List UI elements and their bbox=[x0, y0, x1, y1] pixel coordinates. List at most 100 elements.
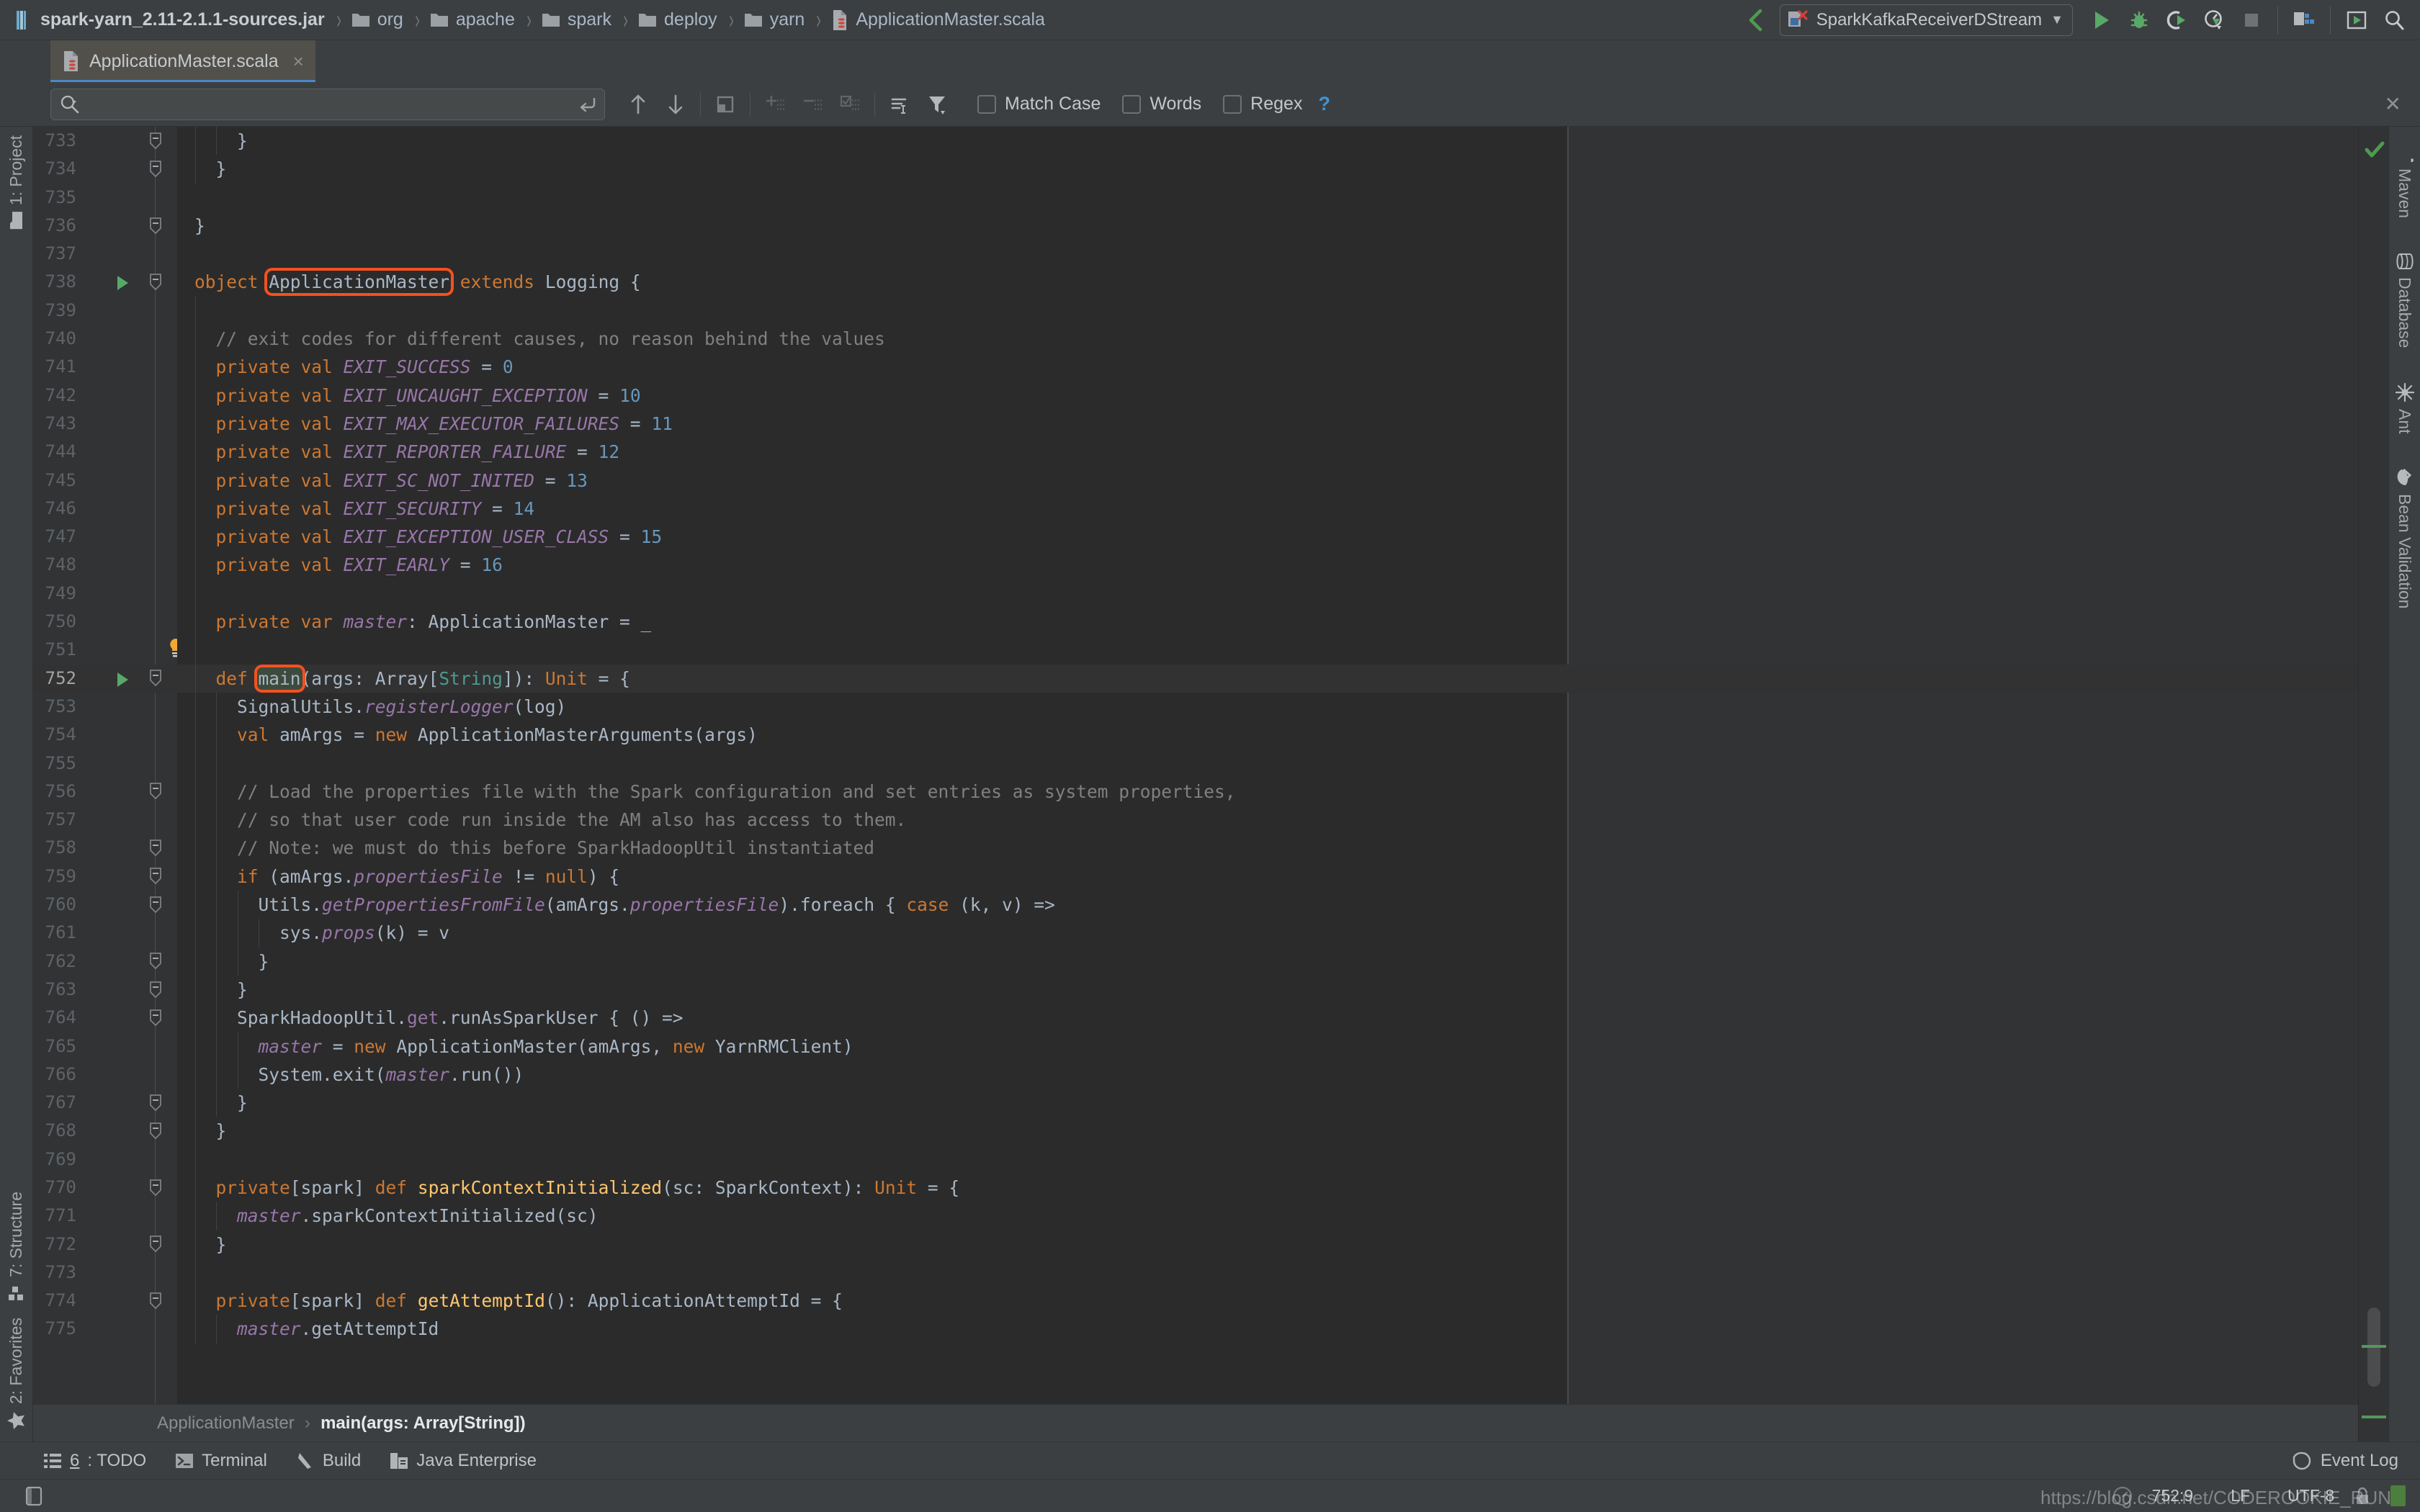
breadcrumb-item-0[interactable]: spark-yarn_2.11-2.1.1-sources.jar bbox=[13, 9, 326, 31]
breadcrumb-item-3[interactable]: spark bbox=[540, 9, 613, 30]
gutter-line[interactable]: 751 bbox=[33, 636, 182, 664]
fold-toggle-icon[interactable] bbox=[145, 1004, 166, 1032]
gutter-line[interactable]: 746 bbox=[33, 495, 177, 523]
gutter-line[interactable]: 739 bbox=[33, 297, 177, 325]
unlocked-icon[interactable] bbox=[2353, 1485, 2372, 1507]
code-line[interactable]: private val EXIT_EXCEPTION_USER_CLASS = … bbox=[177, 523, 2358, 552]
gutter-line[interactable]: 759 bbox=[33, 863, 177, 891]
filter-icon[interactable] bbox=[918, 86, 956, 122]
multiline-toggle-icon[interactable] bbox=[577, 95, 597, 114]
editor-marker-bar[interactable] bbox=[2358, 127, 2388, 1441]
code-line[interactable]: // so that user code run inside the AM a… bbox=[177, 806, 2358, 834]
gutter-line[interactable]: 737 bbox=[33, 240, 177, 268]
breadcrumb-item-1[interactable]: org bbox=[350, 9, 405, 30]
status-hide-icon[interactable] bbox=[24, 1485, 43, 1507]
gutter-line[interactable]: 744 bbox=[33, 438, 177, 466]
code-line[interactable]: master = new ApplicationMaster(amArgs, n… bbox=[177, 1032, 2358, 1061]
code-line[interactable]: private[spark] def sparkContextInitializ… bbox=[177, 1173, 2358, 1202]
code-line[interactable] bbox=[177, 1258, 2358, 1287]
gutter-line[interactable]: 770 bbox=[33, 1174, 177, 1202]
stop-button[interactable] bbox=[2233, 3, 2270, 37]
sidebar-item-maven[interactable]: m Maven bbox=[2395, 140, 2414, 222]
code-line[interactable]: } bbox=[177, 1230, 2358, 1259]
gutter-line[interactable]: 749 bbox=[33, 580, 177, 608]
chevron-down-icon[interactable]: ▼ bbox=[2051, 12, 2063, 27]
code-line[interactable]: object ApplicationMaster extends Logging… bbox=[177, 268, 2358, 297]
gutter-line[interactable]: 738 bbox=[33, 268, 177, 296]
gutter-line[interactable]: 765 bbox=[33, 1032, 177, 1061]
gutter-line[interactable]: 750 bbox=[33, 608, 177, 636]
code-editor[interactable]: 733 734 735 736 737 738 739 740 741 742 743 744 745 7… bbox=[33, 127, 2358, 1404]
profile-button[interactable] bbox=[2195, 3, 2233, 37]
code-line[interactable] bbox=[177, 184, 2358, 212]
code-line[interactable] bbox=[177, 636, 2358, 665]
terminal-tool-button[interactable]: Terminal bbox=[175, 1451, 267, 1471]
gutter-line[interactable]: 754 bbox=[33, 721, 177, 749]
regex-help-icon[interactable]: ? bbox=[1318, 93, 1330, 115]
code-line[interactable] bbox=[177, 749, 2358, 778]
code-line[interactable]: private val EXIT_MAX_EXECUTOR_FAILURES =… bbox=[177, 409, 2358, 438]
regex-checkbox[interactable]: Regex bbox=[1223, 94, 1302, 114]
memory-indicator[interactable] bbox=[2390, 1485, 2406, 1506]
fold-toggle-icon[interactable] bbox=[145, 863, 166, 891]
fold-toggle-icon[interactable] bbox=[145, 1117, 166, 1145]
gutter-line[interactable]: 764 bbox=[33, 1004, 177, 1032]
code-line[interactable]: private val EXIT_REPORTER_FAILURE = 12 bbox=[177, 438, 2358, 467]
sidebar-item-ant[interactable]: Ant bbox=[2395, 379, 2414, 438]
java-enterprise-tool-button[interactable]: Java Enterprise bbox=[390, 1451, 537, 1471]
words-box[interactable] bbox=[1122, 94, 1142, 114]
gutter-line[interactable]: 753 bbox=[33, 693, 177, 721]
run-coverage-button[interactable] bbox=[2158, 3, 2195, 37]
code-line[interactable]: private var master: ApplicationMaster = … bbox=[177, 608, 2358, 636]
code-line[interactable]: } bbox=[177, 212, 2358, 240]
match-case-box[interactable] bbox=[977, 94, 996, 114]
breadcrumb-item-5[interactable]: yarn bbox=[743, 9, 807, 30]
run-button[interactable] bbox=[2083, 3, 2120, 37]
project-structure-button[interactable] bbox=[2285, 3, 2323, 37]
sidebar-item-database[interactable]: Database bbox=[2395, 248, 2414, 352]
code-line[interactable]: private val EXIT_EARLY = 16 bbox=[177, 551, 2358, 580]
gutter-line[interactable]: 755 bbox=[33, 750, 177, 778]
gutter-line[interactable]: 757 bbox=[33, 806, 177, 834]
code-line[interactable]: master.getAttemptId bbox=[177, 1315, 2358, 1344]
code-line[interactable] bbox=[177, 1145, 2358, 1174]
breadcrumb-item-6[interactable]: ApplicationMaster.scala bbox=[830, 9, 1047, 31]
gutter-line[interactable]: 740 bbox=[33, 325, 177, 353]
code-line[interactable]: } bbox=[177, 1117, 2358, 1146]
gutter-line[interactable]: 748 bbox=[33, 551, 177, 579]
file-encoding[interactable]: UTF-8 bbox=[2287, 1486, 2334, 1506]
gutter-line[interactable]: 771 bbox=[33, 1202, 177, 1230]
sidebar-item-project[interactable]: 1: Project bbox=[6, 131, 26, 233]
code-line[interactable]: } bbox=[177, 947, 2358, 976]
caret-position[interactable]: 752:9 bbox=[2152, 1486, 2194, 1506]
code-line[interactable]: // Load the properties file with the Spa… bbox=[177, 777, 2358, 806]
search-icon[interactable] bbox=[60, 94, 80, 114]
update-button[interactable] bbox=[2338, 3, 2375, 37]
code-line[interactable]: val amArgs = new ApplicationMasterArgume… bbox=[177, 721, 2358, 750]
breadcrumb-method[interactable]: main(args: Array[String]) bbox=[321, 1413, 525, 1434]
select-all-occurrences-button[interactable] bbox=[707, 86, 744, 122]
gutter-line[interactable]: 763 bbox=[33, 976, 177, 1004]
close-icon[interactable]: × bbox=[293, 50, 304, 73]
code-line[interactable]: sys.props(k) = v bbox=[177, 919, 2358, 948]
gutter-line[interactable]: 741 bbox=[33, 353, 177, 381]
match-case-checkbox[interactable]: Match Case bbox=[977, 94, 1101, 114]
run-gutter-icon[interactable] bbox=[115, 274, 130, 292]
gutter-line[interactable]: 775 bbox=[33, 1315, 177, 1343]
fold-toggle-icon[interactable] bbox=[145, 1089, 166, 1117]
gutter-line[interactable]: 761 bbox=[33, 919, 177, 947]
gutter-line[interactable]: 773 bbox=[33, 1259, 177, 1287]
code-line[interactable] bbox=[177, 579, 2358, 608]
gutter-line[interactable]: 735 bbox=[33, 184, 177, 212]
code-line[interactable]: SparkHadoopUtil.get.runAsSparkUser { () … bbox=[177, 1004, 2358, 1032]
editor-tab-applicationmaster[interactable]: ApplicationMaster.scala × bbox=[50, 40, 315, 84]
fold-toggle-icon[interactable] bbox=[145, 891, 166, 919]
gutter-line[interactable]: 742 bbox=[33, 382, 177, 410]
fold-toggle-icon[interactable] bbox=[145, 127, 166, 155]
code-line[interactable]: private val EXIT_SECURITY = 14 bbox=[177, 494, 2358, 523]
build-tool-button[interactable]: Build bbox=[296, 1451, 361, 1471]
code-line[interactable]: private val EXIT_UNCAUGHT_EXCEPTION = 10 bbox=[177, 381, 2358, 410]
code-line[interactable]: private val EXIT_SC_NOT_INITED = 13 bbox=[177, 466, 2358, 495]
fold-toggle-icon[interactable] bbox=[145, 948, 166, 976]
code-line[interactable] bbox=[177, 296, 2358, 325]
